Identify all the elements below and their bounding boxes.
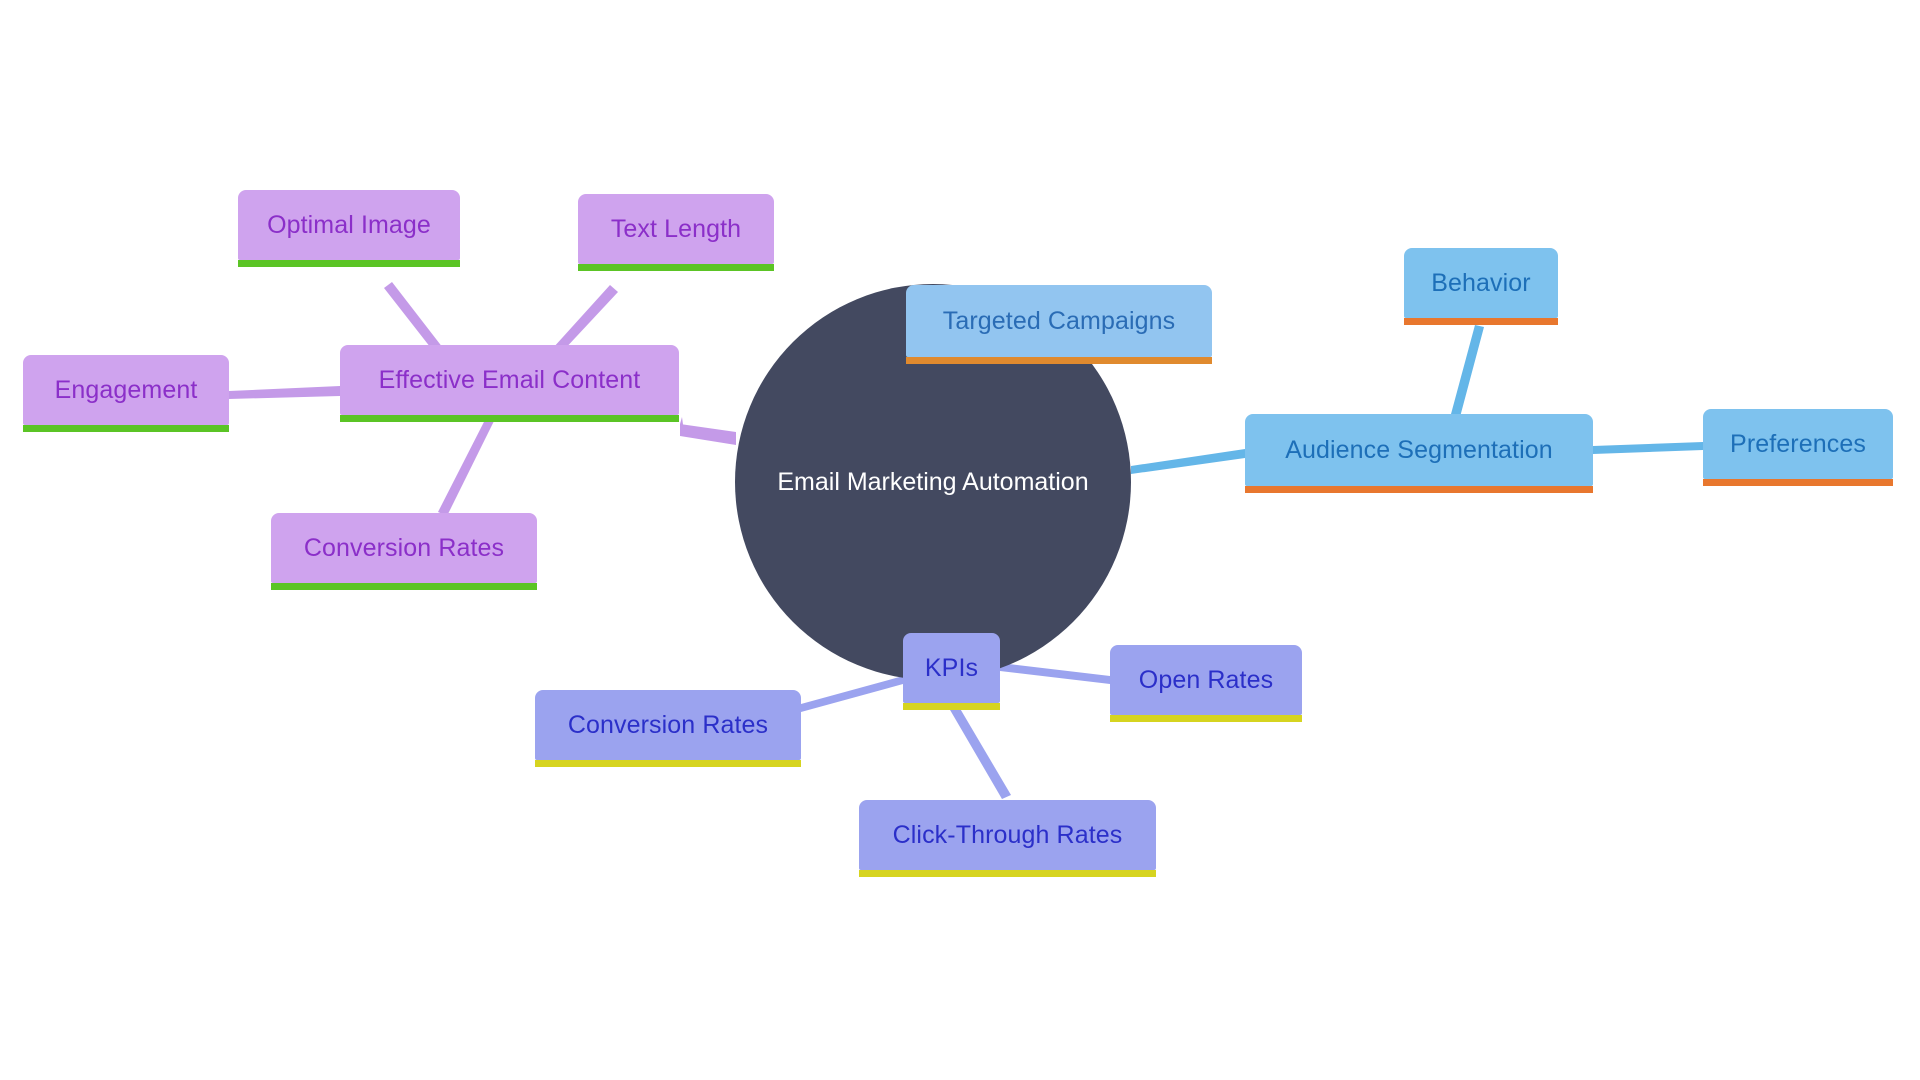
node-underline-behavior <box>1404 318 1558 325</box>
node-label-text-length: Text Length <box>610 214 742 243</box>
node-label-click-through-rates: Click-Through Rates <box>892 820 1123 849</box>
node-behavior[interactable]: Behavior <box>1404 248 1558 325</box>
node-underline-text-length <box>578 264 774 271</box>
edge-audience-preferences <box>1593 442 1703 454</box>
node-open-rates[interactable]: Open Rates <box>1110 645 1302 722</box>
node-click-through-rates[interactable]: Click-Through Rates <box>859 800 1156 877</box>
node-label-behavior: Behavior <box>1431 268 1531 297</box>
node-label-effective-email-content: Effective Email Content <box>378 365 641 394</box>
node-label-targeted-campaigns: Targeted Campaigns <box>942 306 1176 335</box>
node-underline-audience-segmentation <box>1245 486 1593 493</box>
edge-root-content-b <box>680 417 684 436</box>
node-underline-click-through-rates <box>859 870 1156 877</box>
node-conversion-rates-content[interactable]: Conversion Rates <box>271 513 537 590</box>
node-underline-conversion-rates-content <box>271 583 537 590</box>
node-underline-optimal-image <box>238 260 460 267</box>
node-underline-open-rates <box>1110 715 1302 722</box>
node-targeted-campaigns[interactable]: Targeted Campaigns <box>906 285 1212 364</box>
node-label-optimal-image: Optimal Image <box>267 210 431 239</box>
node-optimal-image[interactable]: Optimal Image <box>238 190 460 267</box>
node-engagement[interactable]: Engagement <box>23 355 229 432</box>
node-label-audience-segmentation: Audience Segmentation <box>1285 435 1553 464</box>
node-label-conversion-rates-content: Conversion Rates <box>303 533 505 562</box>
edge-root-audience <box>1131 449 1245 474</box>
node-text-length[interactable]: Text Length <box>578 194 774 271</box>
node-label-preferences: Preferences <box>1730 429 1866 458</box>
node-label-open-rates: Open Rates <box>1138 665 1274 694</box>
node-label-kpis: KPIs <box>924 653 979 682</box>
node-effective-email-content[interactable]: Effective Email Content <box>340 345 679 422</box>
node-underline-targeted-campaigns <box>906 357 1212 364</box>
node-underline-kpis <box>903 703 1000 710</box>
node-label-engagement: Engagement <box>54 375 198 404</box>
node-preferences[interactable]: Preferences <box>1703 409 1893 486</box>
node-conversion-rates-kpi[interactable]: Conversion Rates <box>535 690 801 767</box>
edge-kpis-open-rates <box>1000 663 1110 684</box>
node-underline-engagement <box>23 425 229 432</box>
node-underline-conversion-rates-kpi <box>535 760 801 767</box>
node-underline-preferences <box>1703 479 1893 486</box>
edge-kpis-conversion <box>801 676 903 712</box>
edge-kpis-ctr <box>946 700 1011 799</box>
node-audience-segmentation[interactable]: Audience Segmentation <box>1245 414 1593 493</box>
edge-root-content <box>680 424 736 445</box>
edge-content-text-length <box>553 285 618 352</box>
mindmap-canvas: Email Marketing Automation Targeted Camp… <box>0 0 1920 1080</box>
edge-content-engagement <box>229 386 340 399</box>
root-node-label: Email Marketing Automation <box>777 467 1089 496</box>
edge-audience-behavior <box>1451 325 1484 417</box>
node-underline-effective-email-content <box>340 415 679 422</box>
node-label-conversion-rates-kpi: Conversion Rates <box>567 710 769 739</box>
node-kpis[interactable]: KPIs <box>903 633 1000 710</box>
edge-content-conversion <box>438 416 495 516</box>
edge-content-optimal-image <box>384 282 443 352</box>
